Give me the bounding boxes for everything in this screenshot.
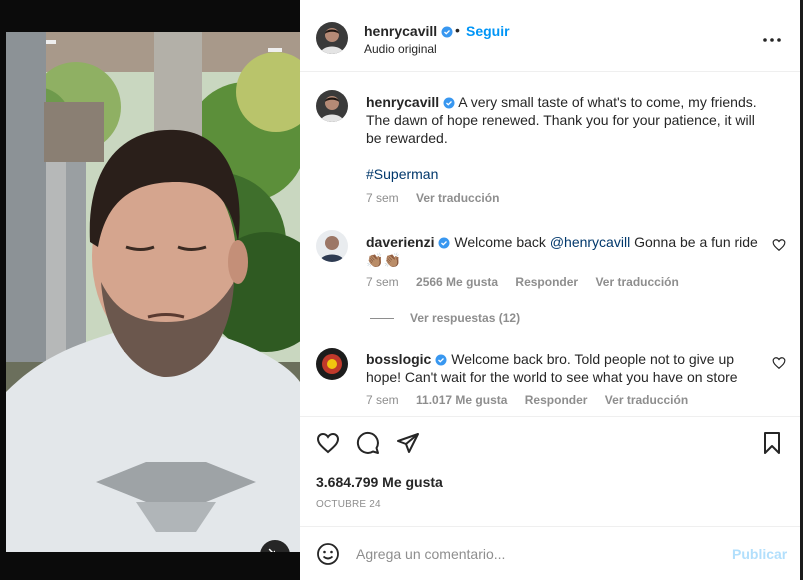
- like-button[interactable]: [316, 431, 342, 457]
- publish-button[interactable]: Publicar: [732, 546, 787, 562]
- comment-reply-button[interactable]: Responder: [515, 275, 578, 289]
- comment-emoji: 👏🏽: [383, 252, 401, 268]
- comment-like-button[interactable]: [772, 356, 786, 370]
- post-actions: 3.684.799 Me gusta OCTUBRE 24: [300, 416, 800, 526]
- comment-body-end: Gonna be a fun ride: [630, 234, 758, 250]
- comment-mention[interactable]: @henrycavill: [550, 234, 630, 250]
- share-icon: [397, 433, 419, 453]
- comment-username[interactable]: daverienzi: [366, 234, 434, 250]
- audio-label[interactable]: Audio original: [364, 42, 437, 56]
- heart-icon: [316, 432, 340, 454]
- media-frame-bottom: [0, 552, 300, 580]
- post-detail-panel: henrycavill • Seguir Audio original henr…: [300, 4, 800, 580]
- author-username[interactable]: henrycavill: [364, 23, 453, 39]
- comments-list[interactable]: henrycavill A very small taste of what's…: [300, 73, 800, 415]
- comment-translate-link[interactable]: Ver traducción: [605, 393, 688, 407]
- comment-likes[interactable]: 2566 Me gusta: [416, 275, 498, 289]
- emoji-button[interactable]: [316, 542, 340, 566]
- caption-meta: 7 sem Ver traducción: [366, 191, 513, 205]
- caption-hashtag[interactable]: #Superman: [366, 165, 761, 183]
- likes-count-text[interactable]: 3.684.799 Me gusta: [316, 474, 443, 490]
- more-options-icon: [763, 38, 781, 42]
- comment-username[interactable]: bosslogic: [366, 351, 431, 367]
- media-frame-top: [0, 0, 300, 32]
- emoji-icon: [317, 543, 339, 565]
- share-button[interactable]: [396, 431, 422, 457]
- comment-text: bosslogic Welcome back bro. Told people …: [366, 350, 761, 386]
- comment-input[interactable]: [356, 542, 716, 566]
- comment-meta: 7 sem 11.017 Me gusta Responder Ver trad…: [366, 393, 702, 407]
- verified-badge-icon: [435, 354, 447, 366]
- author-username-text[interactable]: henrycavill: [364, 23, 437, 39]
- view-replies-label[interactable]: Ver respuestas (12): [410, 311, 520, 325]
- save-button[interactable]: [760, 431, 786, 457]
- separator-dot: •: [455, 22, 460, 38]
- comment-button[interactable]: [356, 431, 382, 457]
- comment-emoji: 👏🏽: [366, 252, 384, 268]
- comment-time[interactable]: 7 sem: [366, 393, 399, 407]
- comment-body: Welcome back: [454, 234, 550, 250]
- video-frame-image: [6, 32, 300, 552]
- replies-divider-line: [370, 318, 394, 320]
- likes-count[interactable]: 3.684.799 Me gusta: [316, 474, 443, 490]
- caption-avatar[interactable]: [316, 90, 348, 122]
- verified-badge-icon: [441, 26, 453, 38]
- comment-time[interactable]: 7 sem: [366, 275, 399, 289]
- more-options-button[interactable]: [760, 28, 784, 52]
- comment-likes[interactable]: 11.017 Me gusta: [416, 393, 507, 407]
- comment-meta: 7 sem 2566 Me gusta Responder Ver traduc…: [366, 275, 693, 289]
- bookmark-icon: [764, 432, 780, 454]
- comment-avatar[interactable]: [316, 230, 348, 262]
- view-replies-button[interactable]: Ver respuestas (12): [370, 311, 520, 325]
- post-header: henrycavill • Seguir Audio original: [300, 4, 800, 72]
- author-avatar[interactable]: [316, 22, 348, 54]
- verified-badge-icon: [438, 237, 450, 249]
- comment-like-button[interactable]: [772, 238, 786, 252]
- caption-time[interactable]: 7 sem: [366, 191, 399, 205]
- comment-avatar[interactable]: [316, 348, 348, 380]
- comment-icon: [356, 431, 379, 454]
- heart-icon: [772, 239, 786, 252]
- heart-icon: [772, 357, 786, 370]
- post-date[interactable]: OCTUBRE 24: [316, 499, 381, 510]
- comment-text: daverienzi Welcome back @henrycavill Gon…: [366, 233, 761, 269]
- caption-text: henrycavill A very small taste of what's…: [366, 93, 761, 147]
- caption-translate-link[interactable]: Ver traducción: [416, 191, 499, 205]
- caption-username[interactable]: henrycavill: [366, 94, 439, 110]
- add-comment-bar: Publicar: [300, 526, 800, 580]
- comment-reply-button[interactable]: Responder: [525, 393, 588, 407]
- verified-badge-icon: [443, 97, 455, 109]
- comment-translate-link[interactable]: Ver traducción: [595, 275, 678, 289]
- video-player[interactable]: [6, 32, 300, 552]
- follow-button[interactable]: Seguir: [466, 23, 510, 39]
